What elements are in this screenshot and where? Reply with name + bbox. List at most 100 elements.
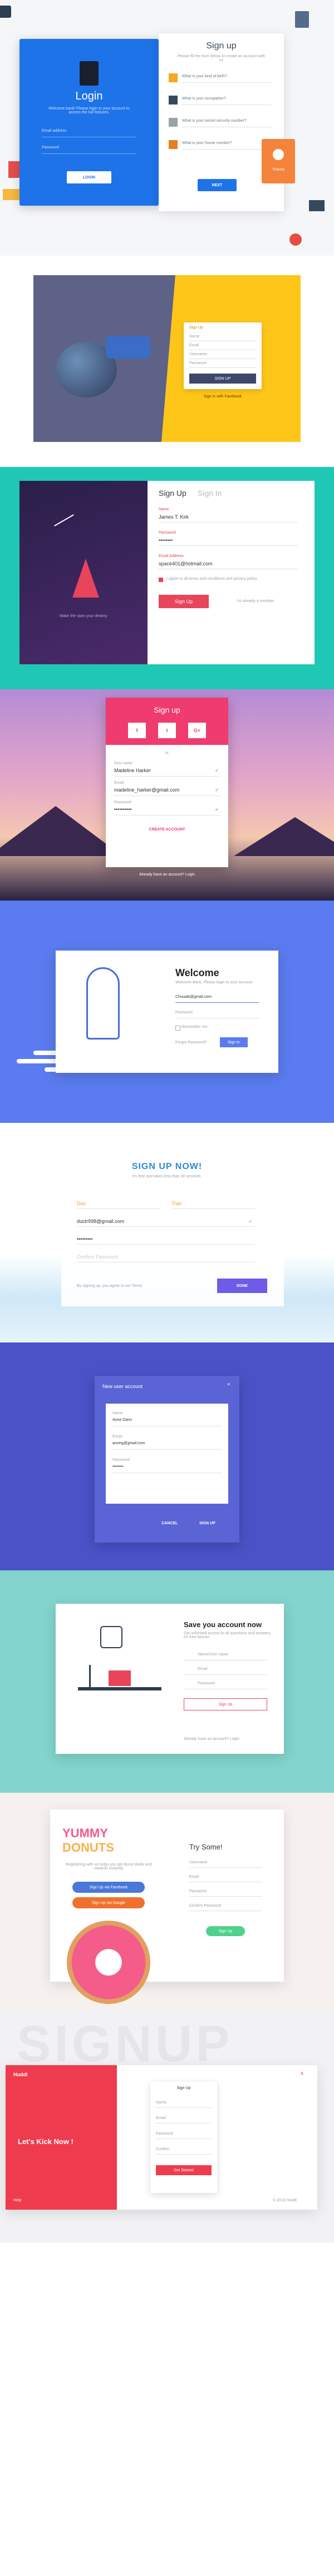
question-1-line[interactable] bbox=[182, 82, 271, 83]
confirm-field[interactable]: Confirm bbox=[156, 2147, 170, 2151]
name-line bbox=[159, 522, 298, 523]
name-value[interactable]: Anne Dann bbox=[112, 1418, 132, 1422]
signup-card: Sign Up Name Email Username Password SIG… bbox=[184, 322, 262, 389]
email-check-icon: ✓ bbox=[248, 1219, 253, 1224]
password-underline[interactable] bbox=[42, 153, 136, 154]
email-field[interactable]: Email bbox=[156, 2116, 166, 2120]
facebook-link[interactable]: Sign in with Facebook bbox=[184, 395, 262, 399]
login-button[interactable]: LOGIN bbox=[67, 171, 111, 183]
login-title: Login bbox=[75, 90, 103, 102]
username-field[interactable]: Name/User name bbox=[198, 1653, 228, 1657]
tab-signin[interactable]: Sign In bbox=[198, 489, 222, 498]
question-3: What is your secret security number? bbox=[182, 119, 247, 123]
forgot-link[interactable]: Forgot Password? bbox=[175, 1041, 207, 1045]
last-name[interactable]: Tran bbox=[171, 1201, 181, 1206]
close-icon[interactable]: × bbox=[227, 1381, 230, 1387]
brand: Huddl bbox=[13, 2072, 28, 2077]
cancel-button[interactable]: CANCEL bbox=[161, 1521, 178, 1525]
password-field[interactable]: Password bbox=[156, 2132, 173, 2136]
first-value[interactable]: Madeline Harker bbox=[114, 768, 151, 773]
password-field[interactable]: Password bbox=[198, 1682, 215, 1685]
remember-checkbox[interactable] bbox=[175, 1026, 180, 1031]
name-value[interactable]: James T. Kirk bbox=[159, 514, 189, 520]
terms-text: I agree to all terms and conditions and … bbox=[166, 577, 257, 581]
email-line bbox=[175, 1002, 259, 1003]
password-label: Password bbox=[159, 531, 176, 535]
facebook-button[interactable]: Sign Up via Facebook bbox=[72, 1882, 145, 1893]
question-icon-2 bbox=[169, 96, 178, 105]
google-button[interactable]: Sign Up via Google bbox=[72, 1897, 145, 1908]
terms-checkbox[interactable] bbox=[159, 578, 163, 582]
email-line bbox=[114, 795, 220, 796]
signup-button[interactable]: Sign Up bbox=[206, 1926, 245, 1936]
field-password-line[interactable] bbox=[189, 367, 256, 368]
password-line bbox=[159, 545, 298, 546]
dialog-header: New user account bbox=[102, 1384, 143, 1389]
decor-folder bbox=[3, 189, 19, 200]
form-card: Sign Up Name Email Password Confirm Get … bbox=[150, 2082, 217, 2193]
ticket-icon bbox=[273, 149, 284, 160]
confirm-field[interactable]: Confirm Password bbox=[189, 1904, 221, 1908]
question-icon-4 bbox=[169, 140, 178, 149]
password-line bbox=[77, 1244, 255, 1245]
space-left: Make the stars your destiny bbox=[19, 481, 148, 664]
signup-button[interactable]: SIGN UP bbox=[199, 1521, 215, 1525]
member-link[interactable]: I'm already a member bbox=[237, 599, 274, 603]
password-value[interactable]: •••••••••• bbox=[114, 807, 132, 812]
name-field[interactable]: Name bbox=[156, 2101, 166, 2105]
name-label: Name bbox=[112, 1411, 123, 1415]
create-account-button[interactable]: CREATE ACCOUNT bbox=[106, 828, 228, 832]
tab-signup[interactable]: Sign Up bbox=[159, 489, 186, 498]
twitter-button[interactable]: t bbox=[158, 723, 176, 738]
login-link[interactable]: Already have an account? Login bbox=[184, 1737, 239, 1741]
facebook-button[interactable]: f bbox=[128, 723, 146, 738]
email-value[interactable]: Chouaib@gmail.com bbox=[175, 995, 212, 999]
email-value[interactable]: space401@hotmail.com bbox=[159, 561, 213, 566]
menu-icon[interactable]: ≡ bbox=[301, 2071, 303, 2076]
password-check-icon: ✓ bbox=[215, 807, 219, 812]
email-value[interactable]: anneg@gmail.com bbox=[112, 1441, 145, 1445]
page-subtitle: It's free and takes less than 30 seconds… bbox=[132, 1175, 202, 1178]
signup-button[interactable]: SIGN UP bbox=[189, 374, 256, 384]
name-line bbox=[156, 2107, 212, 2108]
password-placeholder: Password bbox=[42, 146, 59, 150]
signup-card: Sign up f t G+ or First name Madeline Ha… bbox=[106, 698, 228, 867]
panel-9: YUMMY DONUTS Registering with us helps y… bbox=[0, 1793, 334, 2010]
email-label: Email Address bbox=[159, 554, 184, 558]
space-frame: Sign Up Name Email Username Password SIG… bbox=[33, 275, 301, 442]
form-card: Duc Tran ductr998@gmail.com ✓ ••••••••• … bbox=[61, 1190, 284, 1306]
password-value[interactable]: •••••••• bbox=[112, 1465, 124, 1469]
first-name[interactable]: Duc bbox=[77, 1201, 86, 1206]
email-field[interactable]: Email bbox=[198, 1667, 208, 1671]
notebook-icon bbox=[80, 61, 99, 86]
terms-text[interactable]: By signing up, you agree to our Terms bbox=[77, 1284, 143, 1288]
signup-desc: Please fill the form below to create an … bbox=[177, 54, 266, 62]
help-link[interactable]: Help bbox=[13, 2199, 21, 2202]
username-field[interactable]: Username bbox=[189, 1861, 207, 1864]
email-value[interactable]: ductr998@gmail.com bbox=[77, 1219, 124, 1224]
password-value[interactable]: •••••••• bbox=[159, 538, 173, 543]
get-started-button[interactable]: Get Started bbox=[156, 2165, 212, 2175]
rocket-illustration bbox=[86, 967, 120, 1040]
field-password: Password bbox=[189, 361, 207, 365]
signup-button[interactable]: Sign Up bbox=[159, 595, 209, 608]
tickets-badge[interactable]: Tickets bbox=[262, 139, 295, 183]
question-4-line[interactable] bbox=[182, 149, 271, 150]
password-placeholder[interactable]: Password bbox=[175, 1011, 193, 1015]
login-link[interactable]: Already have an account? Login bbox=[0, 873, 334, 877]
decor-laptop bbox=[0, 6, 11, 18]
signin-button[interactable]: Sign In bbox=[220, 1037, 248, 1047]
confirm-placeholder[interactable]: Confirm Password bbox=[77, 1254, 118, 1260]
card-subtitle: Get unlimited access to all questions an… bbox=[184, 1632, 272, 1639]
password-value[interactable]: ••••••••• bbox=[77, 1236, 92, 1242]
password-field[interactable]: Password bbox=[189, 1889, 207, 1893]
next-button[interactable]: NEXT bbox=[198, 179, 237, 191]
signup-card: Sign up Please fill the form below to cr… bbox=[159, 33, 284, 211]
email-value[interactable]: madeline_harker@gmail.com bbox=[114, 787, 179, 793]
right-title: Try Some! bbox=[189, 1843, 223, 1851]
signup-button[interactable]: Sign Up bbox=[184, 1698, 267, 1710]
done-button[interactable]: DONE bbox=[217, 1279, 267, 1293]
google-button[interactable]: G+ bbox=[188, 723, 206, 738]
email-field[interactable]: Email bbox=[189, 1875, 199, 1879]
panel-6: SIGN UP NOW! It's free and takes less th… bbox=[0, 1123, 334, 1342]
